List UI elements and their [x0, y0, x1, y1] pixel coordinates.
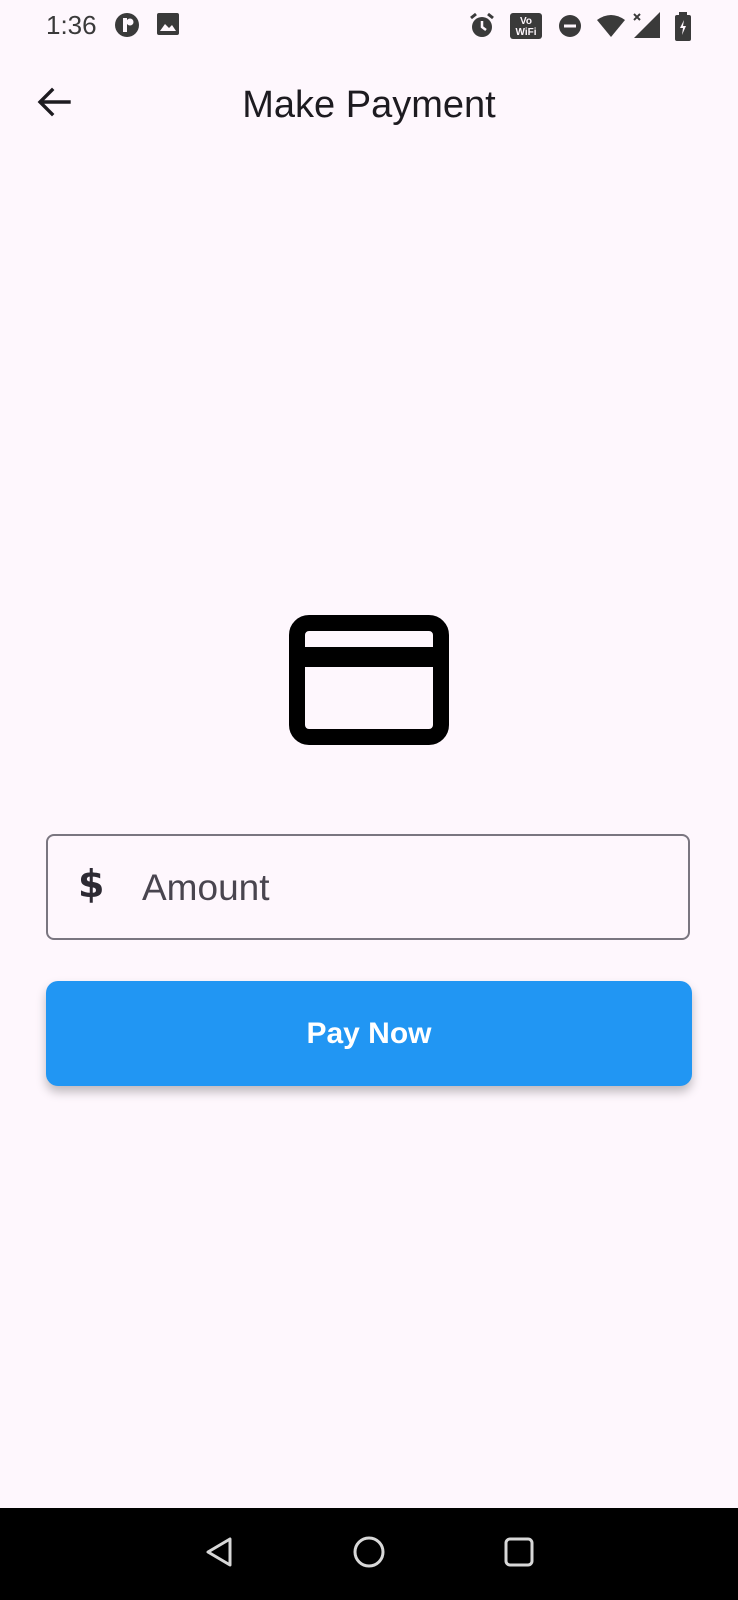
nav-home-button[interactable]	[347, 1532, 391, 1576]
app-bar: Make Payment	[0, 56, 738, 160]
wifi-icon	[596, 14, 626, 43]
do-not-disturb-icon	[558, 14, 582, 43]
notification-app-icon	[114, 12, 140, 43]
recents-square-icon	[501, 1534, 537, 1575]
nav-back-button[interactable]	[198, 1532, 242, 1576]
page-title: Make Payment	[242, 84, 496, 126]
system-nav-bar	[0, 1508, 738, 1600]
dollar-icon: $	[78, 862, 105, 906]
pay-now-button[interactable]: Pay Now	[46, 981, 692, 1086]
battery-charging-icon	[674, 12, 692, 47]
amount-field[interactable]: $	[46, 834, 690, 940]
vowifi-label-bottom: WiFi	[515, 27, 536, 38]
nav-recents-button[interactable]	[497, 1532, 541, 1576]
vowifi-icon: Vo WiFi	[510, 13, 542, 44]
alarm-icon	[468, 12, 496, 45]
amount-input[interactable]	[140, 854, 664, 922]
credit-card-icon	[289, 615, 449, 750]
home-circle-icon	[351, 1534, 387, 1575]
signal-icon	[632, 10, 662, 45]
status-time: 1:36	[46, 10, 97, 40]
back-triangle-icon	[202, 1534, 238, 1575]
status-bar: 1:36 Vo WiFi	[0, 0, 738, 56]
image-icon	[156, 12, 180, 41]
vowifi-label-top: Vo	[520, 16, 532, 27]
